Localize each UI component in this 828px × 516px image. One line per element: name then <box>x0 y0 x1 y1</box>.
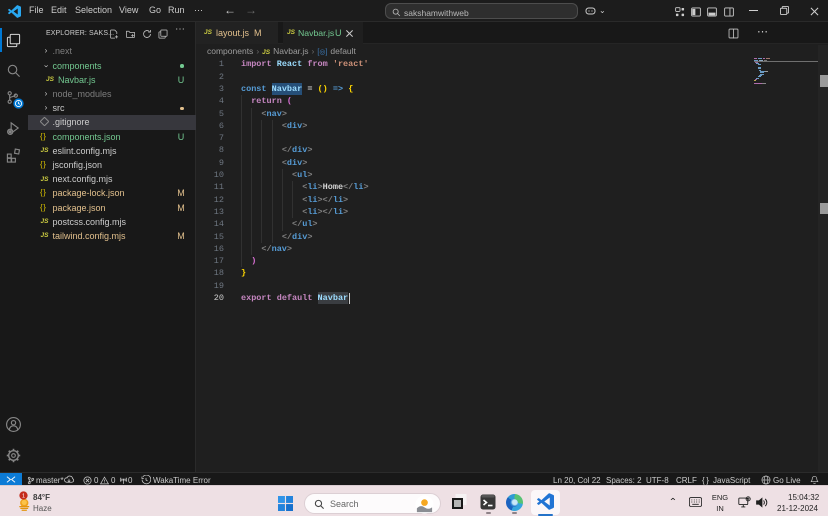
svg-text:1: 1 <box>22 493 25 499</box>
